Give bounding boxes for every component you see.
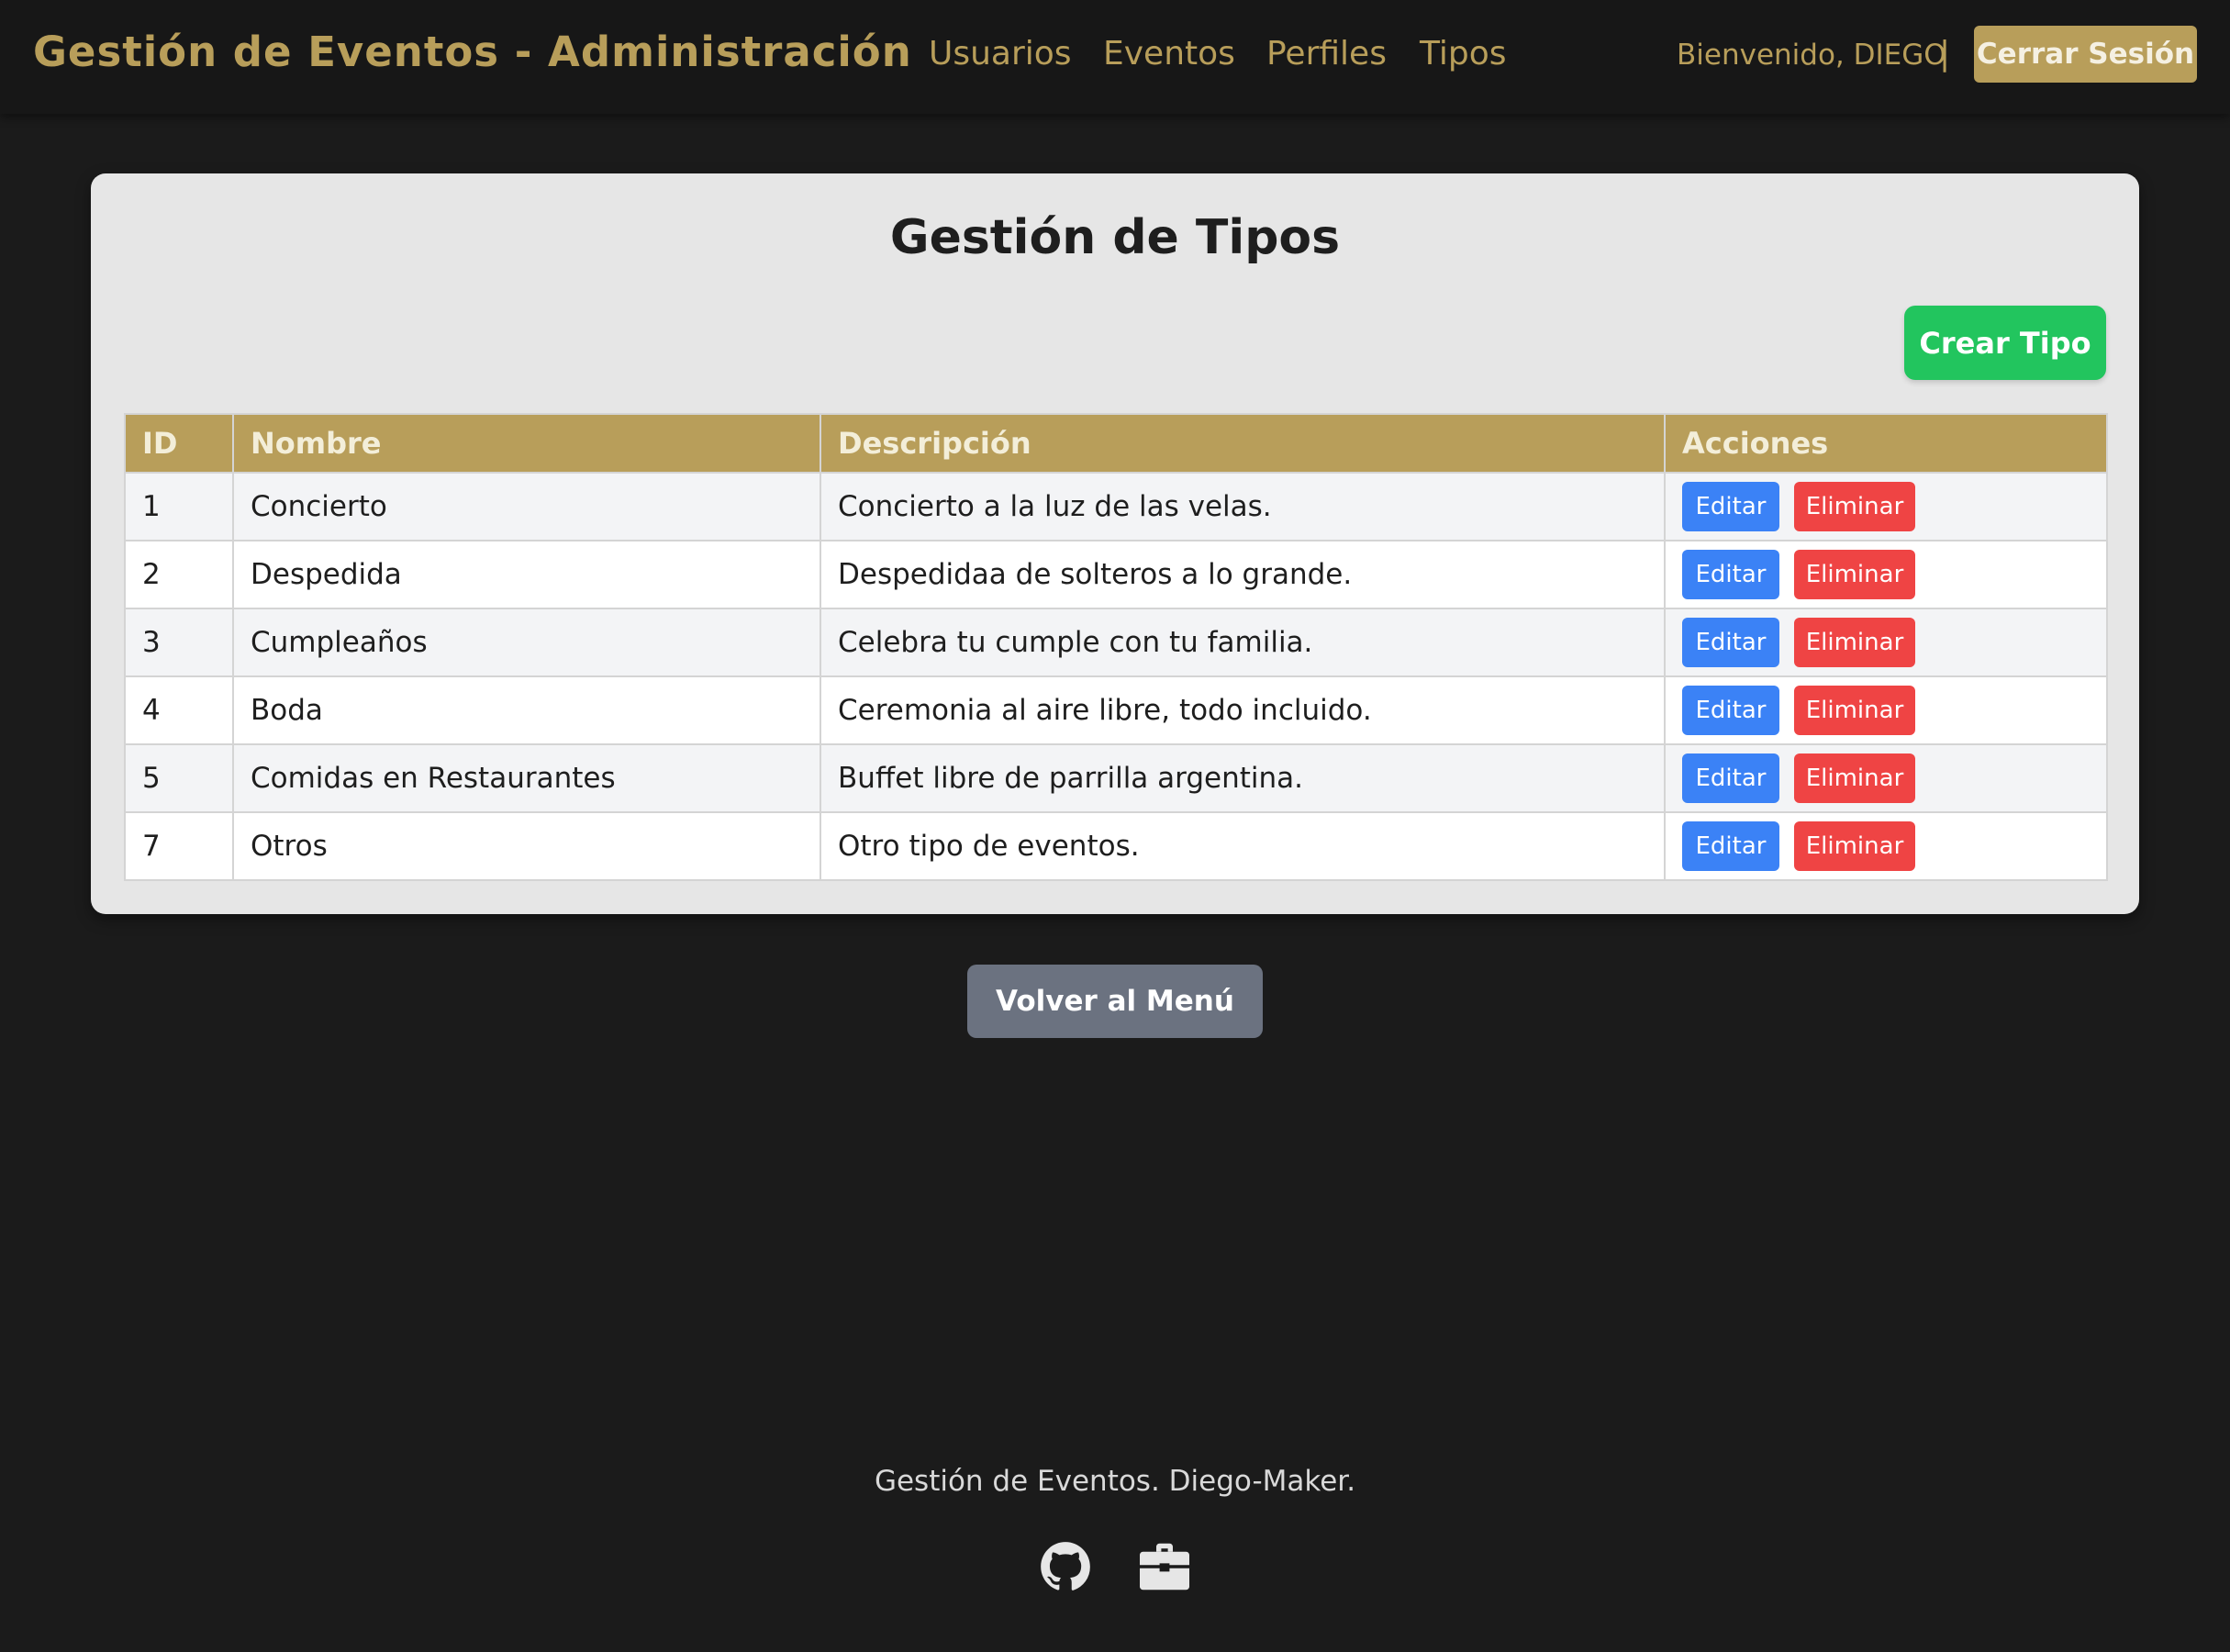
cell-acciones: Editar Eliminar	[1665, 812, 2107, 880]
table-row: 2 Despedida Despedidaa de solteros a lo …	[125, 541, 2107, 608]
cell-acciones: Editar Eliminar	[1665, 744, 2107, 812]
cell-acciones: Editar Eliminar	[1665, 473, 2107, 541]
delete-button[interactable]: Eliminar	[1794, 482, 1915, 531]
delete-button[interactable]: Eliminar	[1794, 618, 1915, 667]
edit-button[interactable]: Editar	[1682, 686, 1779, 735]
app-brand-title: Gestión de Eventos - Administración	[33, 28, 912, 76]
cell-descripcion: Despedidaa de solteros a lo grande.	[820, 541, 1665, 608]
briefcase-icon[interactable]	[1138, 1542, 1191, 1591]
logout-button[interactable]: Cerrar Sesión	[1974, 26, 2197, 83]
cell-id: 2	[125, 541, 233, 608]
delete-button[interactable]: Eliminar	[1794, 753, 1915, 803]
edit-button[interactable]: Editar	[1682, 753, 1779, 803]
types-table: ID Nombre Descripción Acciones 1 Concier…	[124, 413, 2108, 881]
cell-nombre: Despedida	[233, 541, 820, 608]
cell-descripcion: Concierto a la luz de las velas.	[820, 473, 1665, 541]
back-to-menu-button[interactable]: Volver al Menú	[967, 965, 1263, 1038]
cell-acciones: Editar Eliminar	[1665, 608, 2107, 676]
nav-link-perfiles[interactable]: Perfiles	[1266, 35, 1387, 73]
delete-button[interactable]: Eliminar	[1794, 686, 1915, 735]
header-separator: |	[1939, 35, 1950, 73]
cell-descripcion: Otro tipo de eventos.	[820, 812, 1665, 880]
footer-text: Gestión de Eventos. Diego-Maker.	[0, 1465, 2230, 1498]
cell-acciones: Editar Eliminar	[1665, 676, 2107, 744]
table-row: 1 Concierto Concierto a la luz de las ve…	[125, 473, 2107, 541]
nav-link-usuarios[interactable]: Usuarios	[929, 35, 1072, 73]
table-row: 5 Comidas en Restaurantes Buffet libre d…	[125, 744, 2107, 812]
column-header-acciones: Acciones	[1665, 414, 2107, 473]
cell-descripcion: Celebra tu cumple con tu familia.	[820, 608, 1665, 676]
cell-nombre: Comidas en Restaurantes	[233, 744, 820, 812]
table-row: 3 Cumpleaños Celebra tu cumple con tu fa…	[125, 608, 2107, 676]
column-header-id: ID	[125, 414, 233, 473]
table-row: 4 Boda Ceremonia al aire libre, todo inc…	[125, 676, 2107, 744]
edit-button[interactable]: Editar	[1682, 821, 1779, 871]
edit-button[interactable]: Editar	[1682, 550, 1779, 599]
table-header-row: ID Nombre Descripción Acciones	[125, 414, 2107, 473]
cell-nombre: Concierto	[233, 473, 820, 541]
table-row: 7 Otros Otro tipo de eventos. Editar Elim…	[125, 812, 2107, 880]
cell-id: 7	[125, 812, 233, 880]
top-navbar: Gestión de Eventos - Administración Usua…	[0, 0, 2230, 114]
nav-link-tipos[interactable]: Tipos	[1420, 35, 1507, 73]
cell-id: 3	[125, 608, 233, 676]
edit-button[interactable]: Editar	[1682, 482, 1779, 531]
cell-id: 4	[125, 676, 233, 744]
cell-descripcion: Ceremonia al aire libre, todo incluido.	[820, 676, 1665, 744]
cell-nombre: Boda	[233, 676, 820, 744]
nav-link-eventos[interactable]: Eventos	[1103, 35, 1235, 73]
delete-button[interactable]: Eliminar	[1794, 821, 1915, 871]
github-icon[interactable]	[1040, 1541, 1091, 1592]
column-header-nombre: Nombre	[233, 414, 820, 473]
page-title: Gestión de Tipos	[91, 210, 2139, 265]
create-type-button[interactable]: Crear Tipo	[1904, 306, 2106, 380]
edit-button[interactable]: Editar	[1682, 618, 1779, 667]
cell-id: 5	[125, 744, 233, 812]
cell-nombre: Otros	[233, 812, 820, 880]
column-header-descripcion: Descripción	[820, 414, 1665, 473]
cell-id: 1	[125, 473, 233, 541]
cell-descripcion: Buffet libre de parrilla argentina.	[820, 744, 1665, 812]
cell-acciones: Editar Eliminar	[1665, 541, 2107, 608]
delete-button[interactable]: Eliminar	[1794, 550, 1915, 599]
welcome-message: Bienvenido, DIEGO	[1677, 39, 1946, 72]
cell-nombre: Cumpleaños	[233, 608, 820, 676]
